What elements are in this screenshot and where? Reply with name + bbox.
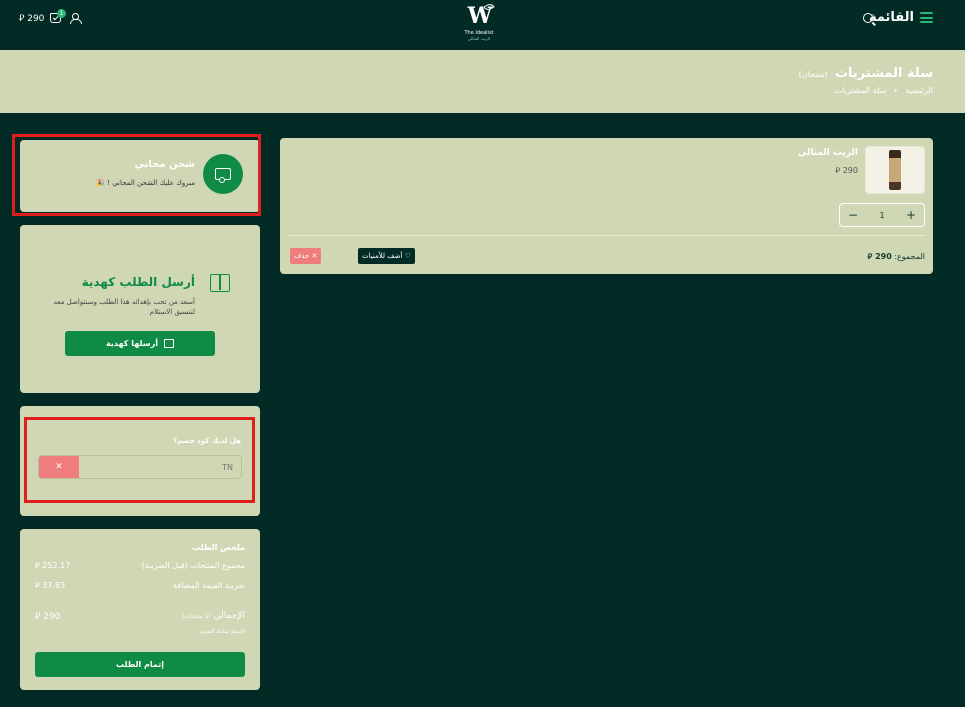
product-price: 290 ⃁ xyxy=(835,166,858,175)
summary-total-label: الإجمالي xyxy=(213,611,245,621)
send-as-gift-button[interactable]: أرسلها كهدية xyxy=(65,331,215,356)
summary-vat-label: ضريبة القيمة المضافة xyxy=(172,581,245,590)
gift-icon xyxy=(163,339,174,348)
quantity-stepper: + 1 − xyxy=(839,203,925,227)
gift-title: أرسل الطلب كهدية xyxy=(81,275,195,289)
summary-vat-value: 37.83 ⃁ xyxy=(35,581,66,590)
cart-count-badge: 1 xyxy=(57,9,66,18)
summary-total-count: (1 منتجات) xyxy=(182,613,211,620)
order-summary-card: ملخص الطلب مجموع المنتجات (قبل الضريبة) … xyxy=(20,529,260,690)
item-subtotal: المجموع: 290 ⃁ xyxy=(868,252,925,262)
summary-title: ملخص الطلب xyxy=(192,543,245,552)
summary-total-label-group: الإجمالي (1 منتجات) xyxy=(182,611,245,622)
brand-logo[interactable]: W The Idealist الزيت المثالي xyxy=(456,1,502,44)
gift-icon xyxy=(210,274,230,292)
logo-mark: W xyxy=(467,3,493,29)
search-icon[interactable] xyxy=(863,13,873,23)
breadcrumb-home[interactable]: الرئيسية xyxy=(905,86,933,95)
divider xyxy=(288,235,925,236)
breadcrumb: الرئيسية سلة المشتريات xyxy=(835,86,933,95)
shipping-highlight-box xyxy=(12,134,261,216)
summary-subtotal-row: مجموع المنتجات (قبل الضريبة) 252.17 ⃁ xyxy=(35,561,245,571)
page-title-text: سلة المشتريات xyxy=(834,66,933,81)
menu-button[interactable]: القائمة xyxy=(869,10,933,25)
product-thumbnail[interactable] xyxy=(865,146,925,194)
send-as-gift-label: أرسلها كهدية xyxy=(106,339,158,348)
product-name[interactable]: الزيت المثالي xyxy=(798,148,858,158)
summary-subtotal-value: 252.17 ⃁ xyxy=(35,561,71,570)
send-as-gift-card: أرسل الطلب كهدية أسعد من تحب بإهدائه هذا… xyxy=(20,225,260,393)
oil-bottle-image xyxy=(889,150,901,190)
breadcrumb-separator xyxy=(894,89,898,92)
user-icon[interactable] xyxy=(70,13,82,24)
item-subtotal-label: المجموع: xyxy=(894,252,925,261)
increase-quantity-button[interactable]: + xyxy=(906,208,916,222)
summary-subtotal-label: مجموع المنتجات (قبل الضريبة) xyxy=(141,561,245,570)
summary-vat-row: ضريبة القيمة المضافة 37.83 ⃁ xyxy=(35,581,245,591)
checkout-button[interactable]: إتمام الطلب xyxy=(35,652,245,677)
brand-subtitle: الزيت المثالي xyxy=(467,36,491,41)
hamburger-icon xyxy=(920,12,933,23)
summary-total-row: الإجمالي (1 منتجات) 290 ⃁ xyxy=(35,611,245,622)
breadcrumb-current: سلة المشتريات xyxy=(834,86,887,95)
item-count: (منتجان) xyxy=(798,70,828,79)
gift-description: أسعد من تحب بإهدائه هذا الطلب وسنتواصل م… xyxy=(53,298,195,316)
page-title: سلة المشتريات (منتجان) xyxy=(799,66,933,81)
delete-item-button[interactable]: ✕ حذف xyxy=(290,248,322,264)
item-subtotal-value: 290 ⃁ xyxy=(867,252,892,261)
cart-total[interactable]: 290 ⃁ xyxy=(19,13,44,24)
summary-total-value: 290 ⃁ xyxy=(35,612,61,622)
page-title-band: سلة المشتريات (منتجان) الرئيسية سلة المش… xyxy=(0,50,965,113)
add-to-wishlist-button[interactable]: ♡ أضف للأمنيات xyxy=(358,248,415,264)
site-header: القائمة W The Idealist الزيت المثالي 1 2… xyxy=(0,0,965,50)
quantity-value[interactable]: 1 xyxy=(879,211,884,220)
tax-note: الأسعار شاملة الضريبة xyxy=(198,629,245,635)
coupon-highlight-box xyxy=(24,417,255,503)
cart-item-card: الزيت المثالي 290 ⃁ + 1 − المجموع: 290 ⃁… xyxy=(280,138,933,274)
decrease-quantity-button[interactable]: − xyxy=(848,208,858,222)
menu-label: القائمة xyxy=(868,10,914,25)
